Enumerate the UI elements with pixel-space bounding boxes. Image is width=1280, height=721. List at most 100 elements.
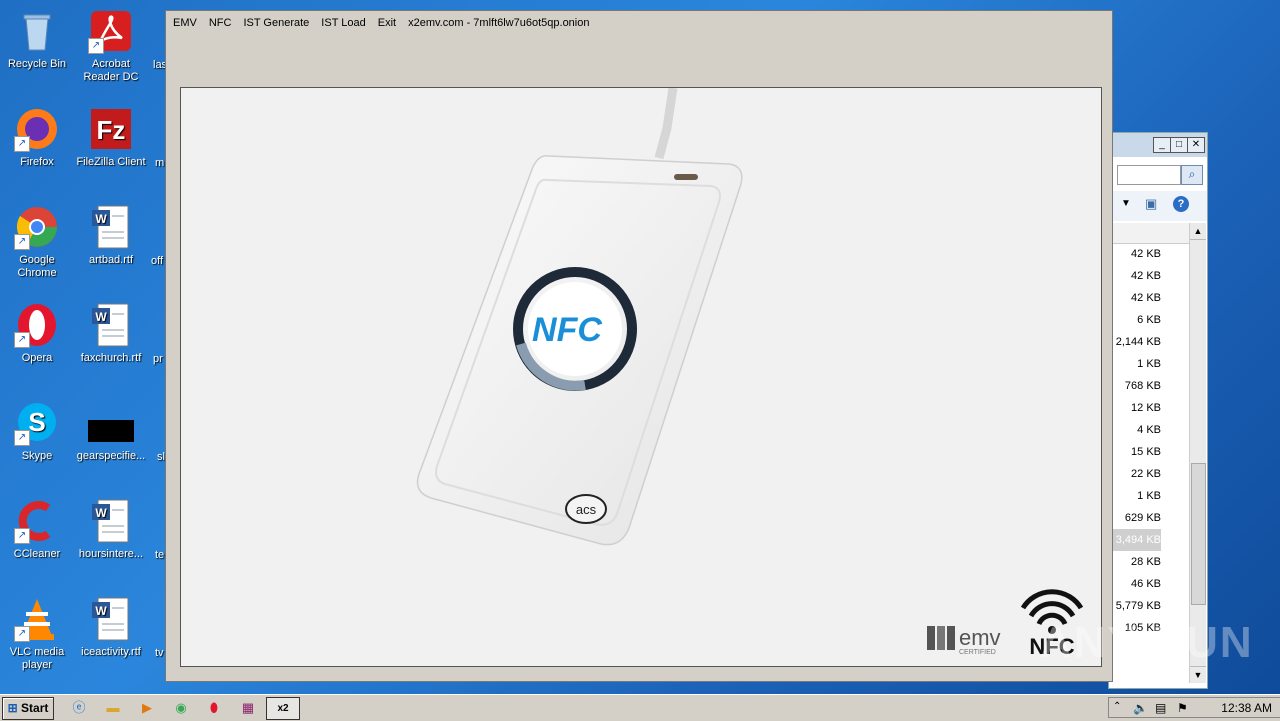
explorer-scrollbar[interactable]: ▲ ▼ (1189, 223, 1206, 683)
file-size-cell[interactable]: 768 KB (1109, 375, 1161, 397)
file-size-cell[interactable]: 2,144 KB (1109, 331, 1161, 353)
vlc-icon: ↗ (14, 596, 60, 642)
desktop-icon-acrobat[interactable]: ↗ Acrobat Reader DC (74, 8, 148, 84)
desktop-icon-recycle-bin[interactable]: Recycle Bin (0, 8, 74, 71)
svg-text:W: W (95, 604, 107, 618)
shortcut-arrow-icon: ↗ (14, 430, 30, 446)
shortcut-arrow-icon: ↗ (88, 38, 104, 54)
skype-icon: S ↗ (14, 400, 60, 446)
desktop-icon-firefox[interactable]: ↗ Firefox (0, 106, 74, 169)
acs-brand-badge: acs (565, 494, 607, 524)
shortcut-arrow-icon: ↗ (14, 626, 30, 642)
desktop-partial-label: pr (153, 353, 163, 365)
file-size-cell[interactable]: 4 KB (1109, 419, 1161, 441)
close-button[interactable]: ✕ (1187, 137, 1205, 153)
desktop-file-hoursintere[interactable]: W hoursintere... (74, 498, 148, 561)
emv-certified-badge: emv CERTIFIED (927, 625, 1001, 656)
opera-icon[interactable]: ⬮ (203, 698, 225, 718)
explorer-window: _ □ ✕ ⌕ ▼ ▣ ? ▲ ▼ 42 KB 42 KB 42 KB 6 KB 2,1… (1108, 132, 1208, 689)
menu-ist-load[interactable]: IST Load (321, 17, 365, 29)
maximize-button[interactable]: □ (1170, 137, 1188, 153)
network-icon[interactable]: ▤ (1155, 701, 1166, 715)
volume-icon[interactable]: 🔈 (1133, 701, 1148, 715)
ccleaner-icon: ↗ (14, 498, 60, 544)
acs-text: acs (576, 502, 597, 517)
winrar-icon[interactable]: ▦ (237, 698, 259, 718)
taskbar-item-x2emv[interactable]: x2 (266, 697, 300, 720)
chevron-down-icon[interactable]: ▼ (1121, 198, 1131, 209)
taskbar: ⊞ Start ⓔ ▬ ▶ ◉ ⬮ ▦ x2 ⌃ 🔈 ▤ ⚑ 12:38 AM (0, 694, 1280, 721)
desktop-icon-ccleaner[interactable]: ↗ CCleaner (0, 498, 74, 561)
desktop-icon-opera[interactable]: ↗ Opera (0, 302, 74, 365)
file-size-cell[interactable]: 6 KB (1109, 309, 1161, 331)
file-size-cell[interactable]: 22 KB (1109, 463, 1161, 485)
file-size-cell[interactable]: 42 KB (1109, 287, 1161, 309)
file-size-cell[interactable]: 5,779 KB (1109, 595, 1161, 617)
file-size-cell[interactable]: 629 KB (1109, 507, 1161, 529)
filezilla-icon: Fz (88, 106, 134, 152)
recycle-bin-icon (14, 8, 60, 54)
file-size-cell[interactable]: 15 KB (1109, 441, 1161, 463)
explorer-search-input[interactable] (1117, 165, 1181, 185)
scroll-down-icon[interactable]: ▼ (1190, 666, 1206, 683)
windows-logo-icon: ⊞ (7, 701, 18, 715)
scroll-up-icon[interactable]: ▲ (1190, 223, 1206, 240)
shortcut-arrow-icon: ↗ (14, 528, 30, 544)
column-header[interactable] (1109, 223, 1189, 244)
black-file-icon (88, 400, 134, 446)
desktop-file-artbad[interactable]: W artbad.rtf (74, 204, 148, 267)
file-size-cell[interactable]: 42 KB (1109, 265, 1161, 287)
file-size-cell[interactable]: 12 KB (1109, 397, 1161, 419)
tray-expand-icon[interactable]: ⌃ (1113, 701, 1121, 712)
nfc-ring-logo: NFC (513, 267, 637, 391)
file-size-cell[interactable]: 1 KB (1109, 353, 1161, 375)
scroll-thumb[interactable] (1191, 463, 1206, 605)
desktop-file-gearspecifie[interactable]: gearspecifie... (74, 400, 148, 463)
desktop-partial-label: sl (157, 451, 165, 463)
file-size-cell[interactable]: 1 KB (1109, 485, 1161, 507)
word-doc-icon: W (88, 596, 134, 642)
firefox-icon: ↗ (14, 106, 60, 152)
desktop-icon-filezilla[interactable]: Fz FileZilla Client (74, 106, 148, 169)
shortcut-arrow-icon: ↗ (14, 136, 30, 152)
menu-exit[interactable]: Exit (378, 17, 396, 29)
menu-emv[interactable]: EMV (173, 17, 197, 29)
nfc-reader-image: NFC acs emv CERTIFIED NFC (180, 87, 1102, 667)
svg-text:W: W (95, 310, 107, 324)
search-icon[interactable]: ⌕ (1181, 165, 1203, 185)
file-size-cell[interactable]: 42 KB (1109, 243, 1161, 265)
desktop-icon-chrome[interactable]: ↗ Google Chrome (0, 204, 74, 280)
emv-text: emv (959, 625, 1001, 650)
file-size-cell[interactable]: 3,494 KB (1109, 529, 1161, 551)
desktop-file-faxchurch[interactable]: W faxchurch.rtf (74, 302, 148, 365)
chrome-icon[interactable]: ◉ (170, 698, 192, 718)
media-player-icon[interactable]: ▶ (136, 698, 158, 718)
menu-ist-generate[interactable]: IST Generate (243, 17, 309, 29)
desktop-file-iceactivity[interactable]: W iceactivity.rtf (74, 596, 148, 659)
anyrun-watermark: ANY RUN (1040, 618, 1254, 667)
desktop-icon-skype[interactable]: S ↗ Skype (0, 400, 74, 463)
action-center-flag-icon[interactable]: ⚑ (1177, 701, 1188, 715)
help-icon[interactable]: ? (1173, 196, 1189, 212)
menu-nfc[interactable]: NFC (209, 17, 232, 29)
clock[interactable]: 12:38 AM (1221, 701, 1272, 715)
ie-icon[interactable]: ⓔ (68, 698, 90, 718)
status-led (674, 174, 698, 180)
explorer-titlebar: _ □ ✕ (1109, 133, 1207, 157)
desktop-partial-label: off (151, 255, 164, 267)
svg-text:W: W (95, 506, 107, 520)
minimize-button[interactable]: _ (1153, 137, 1171, 153)
start-button[interactable]: ⊞ Start (2, 697, 54, 720)
desktop-partial-label: tv (155, 647, 164, 659)
file-size-cell[interactable]: 28 KB (1109, 551, 1161, 573)
file-size-list: 42 KB 42 KB 42 KB 6 KB 2,144 KB 1 KB 768 KB 12 … (1109, 243, 1161, 639)
desktop-partial-label: m (155, 157, 165, 169)
svg-text:Fz: Fz (97, 115, 126, 145)
desktop-icon-vlc[interactable]: ↗ VLC media player (0, 596, 74, 672)
preview-pane-icon[interactable]: ▣ (1145, 196, 1157, 212)
nfc-logo-text: NFC (532, 311, 602, 349)
x2emv-app-window: EMV NFC IST Generate IST Load Exit x2emv… (165, 10, 1113, 682)
explorer-folder-icon[interactable]: ▬ (102, 698, 124, 718)
file-size-cell[interactable]: 46 KB (1109, 573, 1161, 595)
acrobat-icon: ↗ (88, 8, 134, 54)
